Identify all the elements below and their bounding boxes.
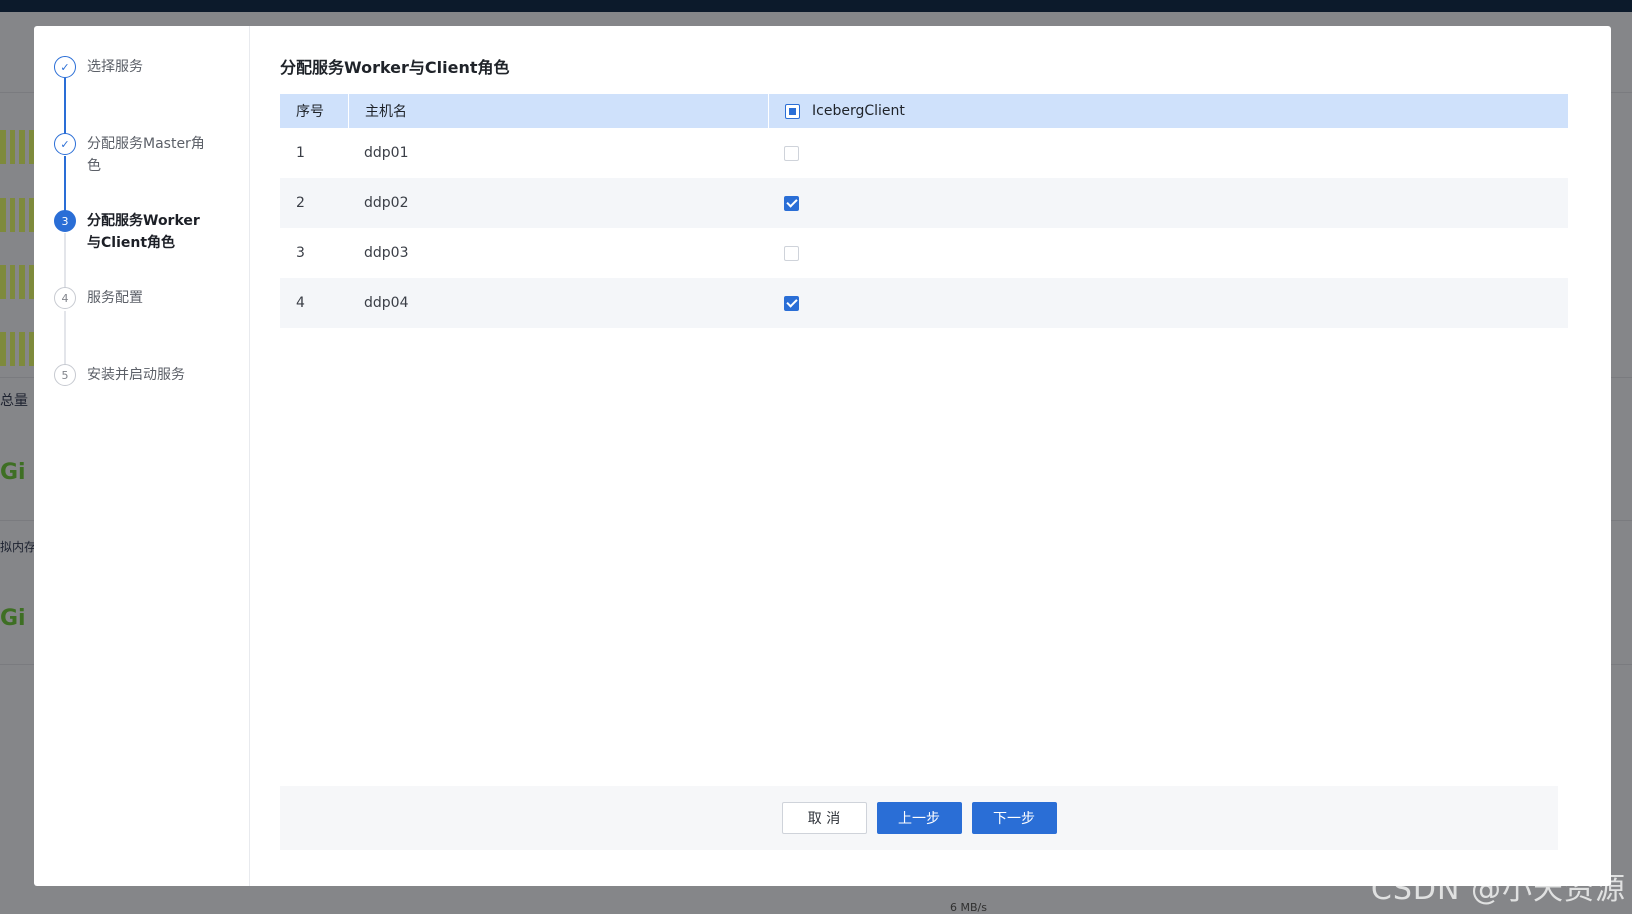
step-label: 服务配置 (87, 290, 143, 306)
bg-bar-group (0, 198, 34, 232)
header-role: IcebergClient (768, 94, 1568, 128)
row-host: ddp01 (364, 145, 409, 161)
table-row: 1 ddp01 (280, 128, 1568, 178)
cancel-button[interactable]: 取 消 (781, 802, 867, 834)
bg-bar-group (0, 130, 34, 164)
row-host: ddp04 (364, 295, 409, 311)
row-checkbox[interactable] (784, 245, 799, 261)
bg-value: Gi (0, 606, 26, 631)
step-number: 3 (54, 210, 76, 232)
row-role-cell (768, 228, 1568, 278)
bg-bar-group (0, 332, 34, 366)
bg-axis-label: 6 MB/s (950, 901, 987, 914)
row-host: ddp03 (364, 245, 409, 261)
check-icon: ✓ (54, 133, 76, 155)
row-checkbox[interactable] (784, 195, 799, 211)
row-role-cell (768, 278, 1568, 328)
header-host: 主机名 (348, 94, 768, 128)
prev-step-button[interactable]: 上一步 (876, 802, 962, 834)
step-install-start[interactable]: 5 安装并启动服务 (54, 364, 207, 386)
wizard-steps: ✓ 选择服务 ✓ 分配服务Master角色 3 分配服务Worker与Clien… (34, 26, 250, 886)
table-row: 4 ddp04 (280, 278, 1568, 328)
header-role-label: IcebergClient (812, 103, 905, 119)
row-role-cell (768, 178, 1568, 228)
step-label: 选择服务 (87, 59, 143, 75)
wizard-modal: ✓ 选择服务 ✓ 分配服务Master角色 3 分配服务Worker与Clien… (34, 26, 1611, 886)
bg-value: Gi (0, 460, 26, 485)
row-index: 4 (296, 295, 305, 311)
bg-bar-group (0, 265, 34, 299)
bg-label: 拟内存 (0, 540, 37, 554)
row-checkbox[interactable] (784, 145, 799, 161)
host-role-table: 序号 主机名 IcebergClient 1 ddp01 2 ddp02 3 d… (280, 94, 1568, 328)
row-role-cell (768, 128, 1568, 178)
step-service-config[interactable]: 4 服务配置 (54, 287, 207, 309)
step-label: 安装并启动服务 (87, 367, 185, 383)
step-select-service[interactable]: ✓ 选择服务 (54, 56, 207, 78)
row-host: ddp02 (364, 195, 409, 211)
wizard-content: 分配服务Worker与Client角色 序号 主机名 IcebergClient… (250, 26, 1611, 886)
step-label: 分配服务Master角色 (87, 136, 205, 174)
next-step-button[interactable]: 下一步 (971, 802, 1057, 834)
step-label: 分配服务Worker与Client角色 (87, 213, 200, 251)
table-row: 3 ddp03 (280, 228, 1568, 278)
watermark: CSDN @小天资源 (1370, 872, 1626, 907)
step-connector (64, 311, 66, 369)
row-checkbox[interactable] (784, 295, 799, 311)
table-row: 2 ddp02 (280, 178, 1568, 228)
check-icon: ✓ (54, 56, 76, 78)
bg-label: 总量 (0, 393, 28, 409)
table-header: 序号 主机名 IcebergClient (280, 94, 1568, 128)
background-top-bar (0, 0, 1632, 12)
header-index: 序号 (296, 104, 324, 120)
row-index: 3 (296, 245, 305, 261)
select-all-checkbox[interactable] (785, 103, 800, 119)
step-number: 4 (54, 287, 76, 309)
step-number: 5 (54, 364, 76, 386)
step-assign-worker-client[interactable]: 3 分配服务Worker与Client角色 (54, 210, 207, 254)
row-index: 1 (296, 145, 305, 161)
wizard-footer: 取 消 上一步 下一步 (280, 786, 1558, 850)
step-connector (64, 78, 66, 136)
row-index: 2 (296, 195, 305, 211)
step-assign-master[interactable]: ✓ 分配服务Master角色 (54, 133, 207, 177)
section-title: 分配服务Worker与Client角色 (280, 58, 510, 77)
